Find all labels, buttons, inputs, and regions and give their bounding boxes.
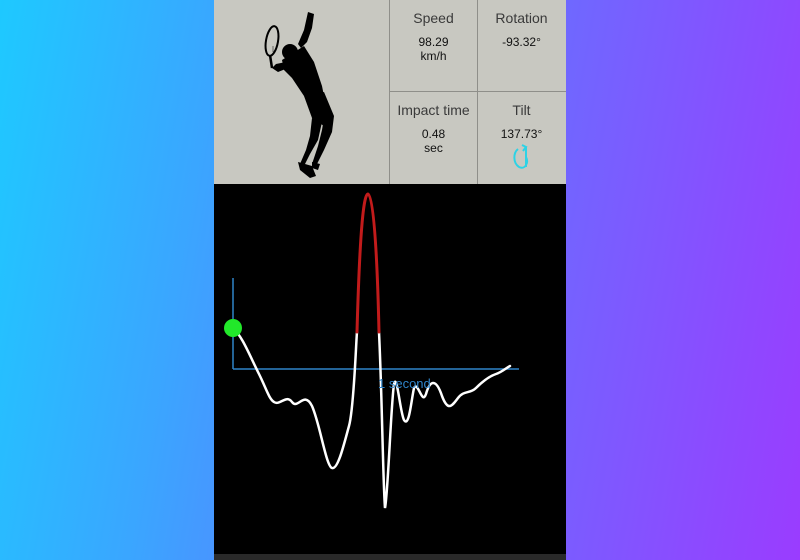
tennis-player-icon <box>264 12 334 178</box>
player-silhouette <box>214 0 389 184</box>
speed-cell: Speed 98.29 km/h <box>390 0 477 91</box>
swing-curve <box>231 326 512 509</box>
impact-peak-highlight <box>355 192 381 334</box>
start-marker <box>224 319 242 337</box>
speed-unit: km/h <box>420 49 447 63</box>
impact-time-cell: Impact time 0.48 sec <box>390 92 477 183</box>
swing-graph: 1 second <box>214 184 566 554</box>
impact-time-unit: sec <box>424 141 443 155</box>
rotate-icon <box>512 144 528 169</box>
rotation-label: Rotation <box>495 10 548 26</box>
rotation-value: -93.32° <box>502 35 541 49</box>
swing-curve-chart <box>224 192 519 509</box>
impact-time-value: 0.48 <box>421 127 446 141</box>
tilt-label: Tilt <box>512 102 531 118</box>
speed-value: 98.29 <box>418 35 449 49</box>
time-scale-label: 1 second <box>378 376 431 391</box>
tilt-cell: Tilt 137.73° <box>478 92 565 183</box>
speed-label: Speed <box>413 10 454 26</box>
app-screen: Speed 98.29 km/h Rotation -93.32° Impact… <box>214 0 566 560</box>
rotation-cell: Rotation -93.32° <box>478 0 565 91</box>
impact-time-label: Impact time <box>397 102 470 118</box>
tilt-value: 137.73° <box>500 127 543 141</box>
stats-panel: Speed 98.29 km/h Rotation -93.32° Impact… <box>214 0 566 184</box>
bottom-bar <box>214 554 566 560</box>
